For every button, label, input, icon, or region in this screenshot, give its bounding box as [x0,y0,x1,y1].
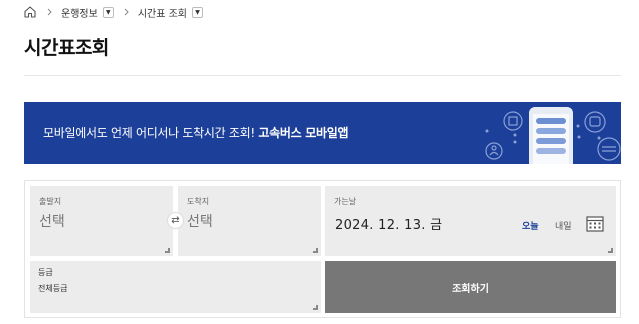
date-value: 2024. 12. 13. 금 [335,218,443,233]
banner-text: 모바일에서도 언제 어디서나 도착시간 조회! 고속버스 모바일앱 [43,124,349,141]
corner-mark-icon [313,248,318,253]
timetable-search-form: 출발지 선택 ⇄ 도착지 선택 가는날 2024. 12. 13. 금 오늘 내… [24,180,621,318]
arrival-label: 도착지 [187,197,210,206]
corner-mark-icon [608,248,613,253]
grade-value: 전체등급 [38,284,68,293]
departure-label: 출발지 [39,197,62,206]
chevron-right-icon [47,8,52,16]
chevron-down-icon[interactable]: ▼ [192,6,203,18]
search-button[interactable]: 조회하기 [325,261,616,313]
today-button[interactable]: 오늘 [522,219,539,232]
search-button-label: 조회하기 [452,283,489,295]
breadcrumb: 운행정보 ▼ 시간표 조회 ▼ [23,4,203,20]
chevron-down-icon[interactable]: ▼ [102,6,114,18]
breadcrumb-label: 운행정보 [61,8,98,20]
banner-text-normal: 모바일에서도 언제 어디서나 도착시간 조회! [43,126,259,140]
swap-button[interactable]: ⇄ [167,212,184,229]
calendar-icon[interactable] [586,215,604,232]
home-icon[interactable] [23,5,37,19]
swap-icon: ⇄ [171,215,180,226]
breadcrumb-label: 시간표 조회 [137,8,187,20]
arrival-value: 선택 [187,214,213,230]
divider [24,75,621,76]
mobile-app-banner[interactable]: 모바일에서도 언제 어디서나 도착시간 조회! 고속버스 모바일앱 [24,102,621,164]
date-select[interactable]: 가는날 2024. 12. 13. 금 오늘 내일 [325,186,616,256]
page-title: 시간표조회 [24,37,109,59]
corner-mark-icon [165,248,170,253]
departure-select[interactable]: 출발지 선택 [30,186,173,256]
tomorrow-button[interactable]: 내일 [555,219,572,232]
corner-mark-icon [313,305,318,310]
departure-value: 선택 [39,214,65,230]
arrival-select[interactable]: 도착지 선택 [178,186,321,256]
chevron-right-icon [124,8,129,16]
mobile-app-illustration [485,107,621,164]
breadcrumb-item-operation-info[interactable]: 운행정보 ▼ [61,5,114,20]
grade-select[interactable]: 등급 전체등급 [30,261,321,313]
banner-text-bold: 고속버스 모바일앱 [258,126,349,140]
date-label: 가는날 [334,197,357,206]
grade-label: 등급 [38,268,53,277]
breadcrumb-item-timetable[interactable]: 시간표 조회 ▼ [138,5,203,20]
